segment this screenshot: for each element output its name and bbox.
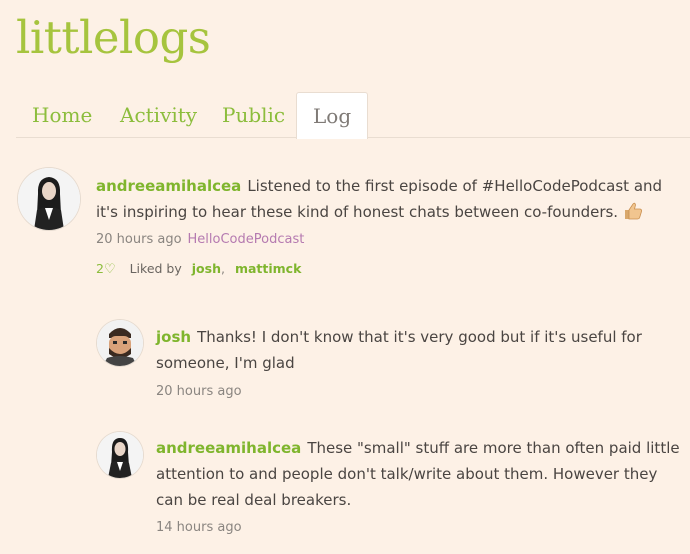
reply-author-link[interactable]: andreeamihalcea <box>156 439 301 457</box>
post-body: andreeamihalcea Listened to the first epi… <box>96 173 686 228</box>
liker-link-josh[interactable]: josh <box>192 261 221 276</box>
reply-text-line-2: attention to and people don't talk/write… <box>156 465 658 483</box>
tab-public[interactable]: Public <box>206 92 301 137</box>
post-timestamp[interactable]: 20 hours ago <box>96 232 182 247</box>
post-text-line-2: it's inspiring to hear these kind of hon… <box>96 203 619 221</box>
post-meta: 20 hours ago HelloCodePodcast <box>96 232 304 247</box>
reply-text-line-1: These "small" stuff are more than often … <box>307 439 680 457</box>
reply-timestamp[interactable]: 20 hours ago <box>156 384 242 399</box>
post-text-line-1: Listened to the first episode of #HelloC… <box>247 177 663 195</box>
like-count[interactable]: 2 <box>96 261 104 276</box>
user-photo-icon <box>18 168 80 230</box>
reply-timestamp[interactable]: 14 hours ago <box>156 520 242 535</box>
nav-tabs: Home Activity Public Log <box>16 92 690 139</box>
tab-log[interactable]: Log <box>296 92 369 139</box>
user-photo-icon <box>97 432 143 478</box>
liker-link-mattimck[interactable]: mattimck <box>235 261 301 276</box>
avatar[interactable] <box>18 168 80 230</box>
reply-text-line-3: can be real deal breakers. <box>156 491 352 509</box>
reply-author-link[interactable]: josh <box>156 328 191 346</box>
reply-text-line-2: someone, I'm glad <box>156 354 295 372</box>
tab-home[interactable]: Home <box>16 92 108 137</box>
reply-body: andreeamihalcea These "small" stuff are m… <box>156 435 686 513</box>
hashtag-link[interactable]: HelloCodePodcast <box>188 232 305 247</box>
reply-body: josh Thanks! I don't know that it's very … <box>156 324 686 376</box>
site-logo[interactable]: littlelogs <box>16 6 211 70</box>
tab-activity[interactable]: Activity <box>104 92 213 137</box>
heart-icon[interactable]: ♡ <box>104 262 116 277</box>
avatar[interactable] <box>97 432 143 478</box>
post-likes: 2♡ Liked by josh, mattimck <box>96 261 302 277</box>
reply-text-line-1: Thanks! I don't know that it's very good… <box>197 328 642 346</box>
post-author-link[interactable]: andreeamihalcea <box>96 177 241 195</box>
thumbs-up-icon <box>623 202 643 228</box>
avatar[interactable] <box>97 320 143 366</box>
user-photo-icon <box>97 320 143 366</box>
liked-by-label: Liked by <box>129 261 182 276</box>
